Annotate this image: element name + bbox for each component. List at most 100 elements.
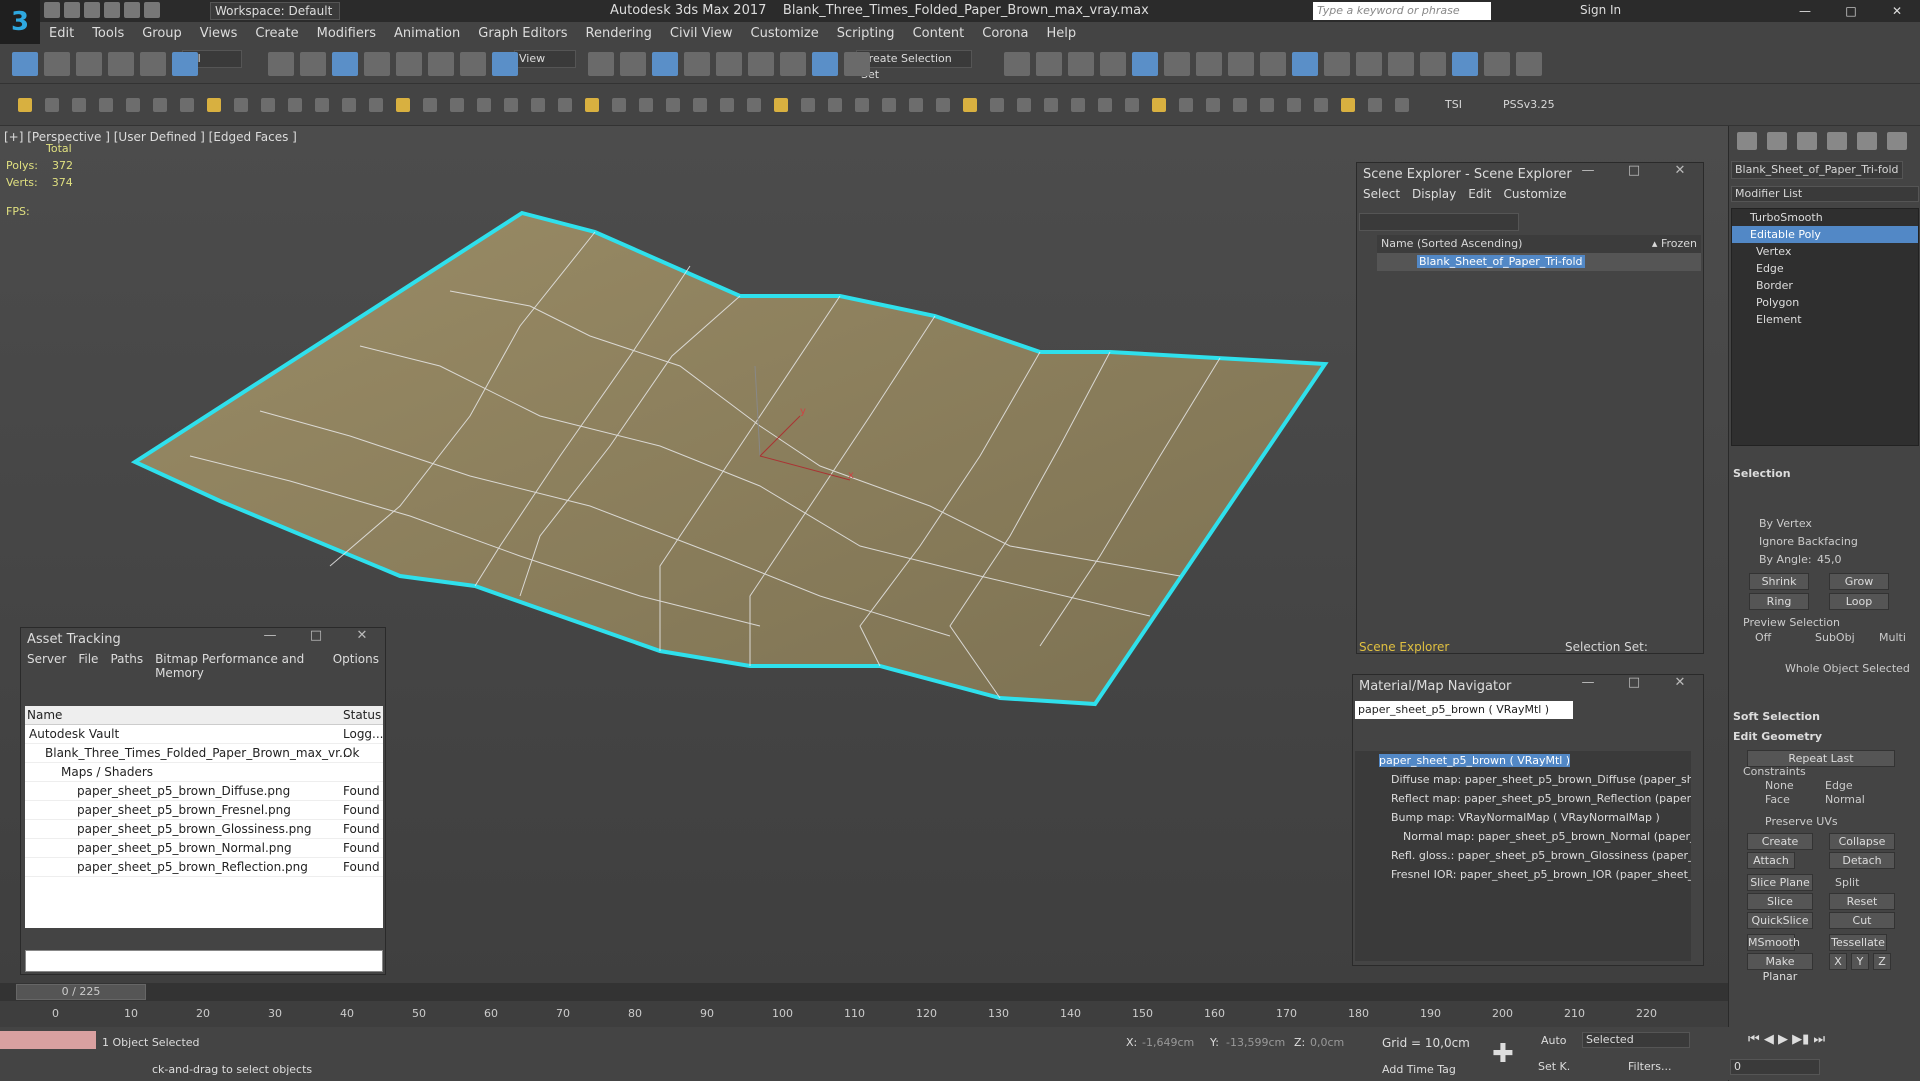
se-menu-edit[interactable]: Edit: [1468, 187, 1491, 201]
ribbon-icon[interactable]: [396, 98, 410, 112]
constraint-edge-radio[interactable]: Edge: [1825, 779, 1853, 792]
menu-customize[interactable]: Customize: [742, 26, 828, 41]
edit-geometry-rollout[interactable]: Edit Geometry: [1733, 730, 1822, 743]
menu-civil-view[interactable]: Civil View: [661, 26, 742, 41]
close-icon[interactable]: ✕: [1874, 0, 1920, 22]
ribbon-icon[interactable]: [234, 98, 248, 112]
ribbon-icon[interactable]: [1260, 98, 1274, 112]
filters-button[interactable]: Filters...: [1628, 1060, 1671, 1073]
asset-row[interactable]: paper_sheet_p5_brown_Reflection.png Found: [25, 858, 383, 877]
ribbon-icon[interactable]: [531, 98, 545, 112]
object-name-field[interactable]: Blank_Sheet_of_Paper_Tri-fold: [1731, 161, 1903, 179]
ribbon-icon[interactable]: [1152, 98, 1166, 112]
at-menu-item[interactable]: Options: [333, 652, 379, 680]
motion-tab-icon[interactable]: [1827, 132, 1847, 150]
time-slider-track[interactable]: 0 / 225: [0, 983, 1728, 1001]
ribbon-icon[interactable]: [504, 98, 518, 112]
modifier-stack-item[interactable]: Edge: [1732, 260, 1918, 277]
close-icon[interactable]: ✕: [339, 628, 385, 643]
ribbon-icon[interactable]: [153, 98, 167, 112]
current-frame-field[interactable]: 0: [1730, 1059, 1820, 1075]
y-coord-field[interactable]: -13,599cm: [1226, 1036, 1285, 1049]
ribbon-icon[interactable]: [1125, 98, 1139, 112]
reset-plane-button[interactable]: Reset Plane: [1829, 893, 1895, 923]
x-coord-field[interactable]: -1,649cm: [1142, 1036, 1194, 1049]
tessellate-button[interactable]: Tessellate: [1829, 934, 1887, 951]
new-file-icon[interactable]: [44, 2, 60, 18]
angle-value[interactable]: 45,0: [1817, 553, 1842, 566]
toolbar-icon[interactable]: [300, 52, 326, 76]
toolbar-icon[interactable]: [1132, 52, 1158, 76]
slice-plane-button[interactable]: Slice Plane: [1747, 874, 1813, 891]
scene-object-name[interactable]: Blank_Sheet_of_Paper_Tri-fold: [1417, 255, 1585, 268]
minimize-icon[interactable]: —: [1565, 163, 1611, 178]
toolbar-icon[interactable]: [1292, 52, 1318, 76]
ribbon-icon[interactable]: [1368, 98, 1382, 112]
maximize-icon[interactable]: □: [1611, 675, 1657, 690]
ribbon-icon[interactable]: [1017, 98, 1031, 112]
z-coord-field[interactable]: 0,0cm: [1310, 1036, 1344, 1049]
ribbon-icon[interactable]: [1314, 98, 1328, 112]
material-tree-item[interactable]: Refl. gloss.: paper_sheet_p5_brown_Gloss…: [1355, 846, 1691, 865]
open-file-icon[interactable]: [64, 2, 80, 18]
ring-button[interactable]: Ring: [1749, 593, 1809, 610]
asset-row[interactable]: paper_sheet_p5_brown_Glossiness.png Found: [25, 820, 383, 839]
timeline-ruler[interactable]: 0 10 20 30 40 50 60 70 80 90 100 110 120 130 140 150 160…: [0, 1001, 1728, 1027]
asset-row[interactable]: paper_sheet_p5_brown_Normal.png Found: [25, 839, 383, 858]
toolbar-icon[interactable]: [620, 52, 646, 76]
toolbar-icon[interactable]: [108, 52, 134, 76]
menu-create[interactable]: Create: [246, 26, 307, 41]
asset-row[interactable]: paper_sheet_p5_brown_Diffuse.png Found: [25, 782, 383, 801]
ribbon-icon[interactable]: [342, 98, 356, 112]
save-icon[interactable]: [84, 2, 100, 18]
toolbar-icon[interactable]: [460, 52, 486, 76]
menu-graph-editors[interactable]: Graph Editors: [469, 26, 576, 41]
modify-tab-icon[interactable]: [1767, 132, 1787, 150]
ribbon-icon[interactable]: [828, 98, 842, 112]
grow-button[interactable]: Grow: [1829, 573, 1889, 590]
menu-group[interactable]: Group: [133, 26, 191, 41]
toolbar-icon[interactable]: [588, 52, 614, 76]
create-button[interactable]: Create: [1747, 833, 1813, 850]
create-tab-icon[interactable]: [1737, 132, 1757, 150]
close-icon[interactable]: ✕: [1657, 163, 1703, 178]
by-angle-checkbox[interactable]: By Angle:: [1759, 553, 1812, 566]
toolbar-icon[interactable]: [12, 52, 38, 76]
ribbon-icon[interactable]: [315, 98, 329, 112]
toolbar-icon[interactable]: [1068, 52, 1094, 76]
ribbon-icon[interactable]: [207, 98, 221, 112]
maximize-icon[interactable]: □: [293, 628, 339, 643]
toolbar-icon[interactable]: [396, 52, 422, 76]
toolbar-icon[interactable]: [1196, 52, 1222, 76]
ribbon-icon[interactable]: [1179, 98, 1193, 112]
modifier-stack-item[interactable]: Border: [1732, 277, 1918, 294]
constraint-none-radio[interactable]: None: [1765, 779, 1794, 792]
ribbon-icon[interactable]: [1044, 98, 1058, 112]
split-checkbox[interactable]: Split: [1835, 876, 1859, 889]
ribbon-icon[interactable]: [1395, 98, 1409, 112]
maximize-icon[interactable]: □: [1611, 163, 1657, 178]
material-tree-item[interactable]: Fresnel IOR: paper_sheet_p5_brown_IOR (p…: [1355, 865, 1691, 884]
ribbon-icon[interactable]: [288, 98, 302, 112]
utilities-tab-icon[interactable]: [1887, 132, 1907, 150]
close-icon[interactable]: ✕: [1657, 675, 1703, 690]
toolbar-icon[interactable]: [1228, 52, 1254, 76]
toolbar-icon[interactable]: [428, 52, 454, 76]
modifier-stack-item[interactable]: Editable Poly: [1732, 226, 1918, 243]
key-filter-dropdown[interactable]: Selected: [1582, 1032, 1690, 1048]
column-name[interactable]: Name (Sorted Ascending): [1381, 237, 1522, 250]
ribbon-icon[interactable]: [1287, 98, 1301, 112]
scene-explorer-search[interactable]: [1359, 213, 1519, 231]
ribbon-icon[interactable]: [963, 98, 977, 112]
toolbar-icon[interactable]: [1164, 52, 1190, 76]
detach-button[interactable]: Detach: [1829, 852, 1895, 869]
ribbon-icon[interactable]: [990, 98, 1004, 112]
ribbon-icon[interactable]: [720, 98, 734, 112]
ribbon-icon[interactable]: [423, 98, 437, 112]
toolbar-icon[interactable]: [76, 52, 102, 76]
toolbar-icon[interactable]: [1452, 52, 1478, 76]
loop-button[interactable]: Loop: [1829, 593, 1889, 610]
ribbon-icon[interactable]: [693, 98, 707, 112]
column-frozen[interactable]: ▴ Frozen: [1652, 235, 1697, 253]
ribbon-icon[interactable]: [45, 98, 59, 112]
